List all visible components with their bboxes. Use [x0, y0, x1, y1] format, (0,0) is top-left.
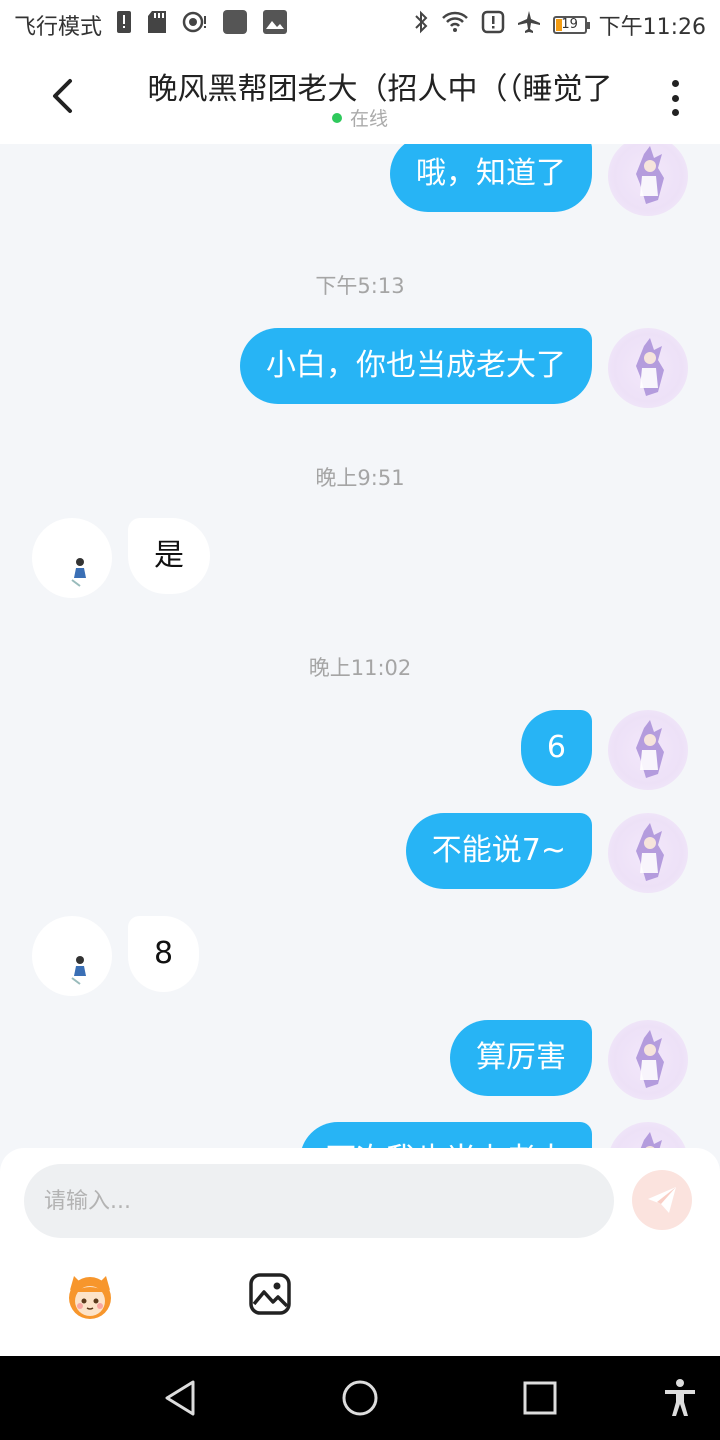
online-status: 在线 — [0, 104, 720, 131]
sticker-icon — [69, 1276, 111, 1319]
my-avatar[interactable] — [608, 1122, 688, 1148]
composer-panel — [0, 1148, 720, 1356]
outgoing-message[interactable]: 下次我也当上老大 — [300, 1122, 592, 1148]
image-button[interactable] — [248, 1272, 292, 1316]
more-dot-icon — [671, 109, 679, 116]
outgoing-message[interactable]: 6 — [520, 710, 592, 786]
outgoing-message[interactable]: 哦，知道了 — [390, 144, 592, 212]
timestamp: 晚上11:02 — [308, 656, 412, 680]
incoming-message[interactable]: 是 — [128, 518, 210, 594]
status-bar: 飞行模式 19 下午11:26 — [0, 0, 720, 50]
incoming-message[interactable]: 8 — [128, 916, 200, 992]
bluetooth-icon — [413, 10, 429, 40]
contact-avatar[interactable] — [32, 916, 112, 996]
nav-recents-button[interactable] — [518, 1376, 562, 1420]
status-time: 下午11:26 — [598, 15, 706, 40]
send-plane-icon — [648, 1187, 676, 1213]
online-dot-icon — [331, 112, 342, 123]
recents-square-icon — [523, 1381, 557, 1415]
timestamp: 晚上9:51 — [315, 466, 405, 490]
wifi-icon — [441, 11, 469, 39]
message-list[interactable]: 哦，知道了 下午5:13 小白，你也当成老大了 晚上9:51 是 晚上11:02… — [0, 144, 720, 1148]
timestamp: 下午5:13 — [315, 274, 405, 298]
contact-avatar[interactable] — [32, 518, 112, 598]
gallery-icon — [262, 9, 288, 41]
chat-title: 晚风黑帮团老大（招人中（（睡觉了 — [147, 72, 613, 107]
accessibility-icon — [665, 1379, 695, 1416]
accessibility-button[interactable] — [658, 1376, 702, 1420]
battery-icon: 19 — [552, 16, 590, 34]
my-avatar[interactable] — [608, 1020, 688, 1100]
my-avatar[interactable] — [608, 328, 688, 408]
airplane-icon — [517, 10, 541, 40]
outgoing-message[interactable]: 算厉害 — [450, 1020, 592, 1096]
sim-alert-icon — [116, 10, 132, 40]
more-options-button[interactable] — [660, 78, 690, 118]
my-avatar[interactable] — [608, 710, 688, 790]
send-button[interactable] — [632, 1170, 692, 1230]
online-status-label: 在线 — [349, 108, 388, 130]
nav-home-button[interactable] — [338, 1376, 382, 1420]
system-nav-bar — [0, 1356, 720, 1440]
message-input[interactable] — [24, 1164, 614, 1238]
home-circle-icon — [342, 1380, 378, 1416]
my-avatar[interactable] — [608, 813, 688, 893]
image-icon — [249, 1273, 291, 1315]
more-dot-icon — [671, 94, 679, 102]
outgoing-message[interactable]: 小白，你也当成老大了 — [240, 328, 592, 404]
app-icon — [222, 9, 248, 41]
sticker-button[interactable] — [60, 1270, 120, 1322]
sd-card-icon — [146, 10, 168, 40]
my-avatar[interactable] — [608, 144, 688, 216]
nav-back-button[interactable] — [158, 1376, 202, 1420]
outgoing-message[interactable]: 不能说7~ — [405, 813, 592, 889]
back-triangle-icon — [165, 1380, 195, 1416]
airplane-mode-label: 飞行模式 — [14, 15, 103, 40]
hotspot-icon — [182, 10, 208, 40]
more-dot-icon — [671, 80, 679, 87]
battery-level: 19 — [561, 17, 578, 32]
chat-header: 晚风黑帮团老大（招人中（（睡觉了 在线 — [0, 50, 720, 144]
alert-icon — [481, 10, 505, 40]
